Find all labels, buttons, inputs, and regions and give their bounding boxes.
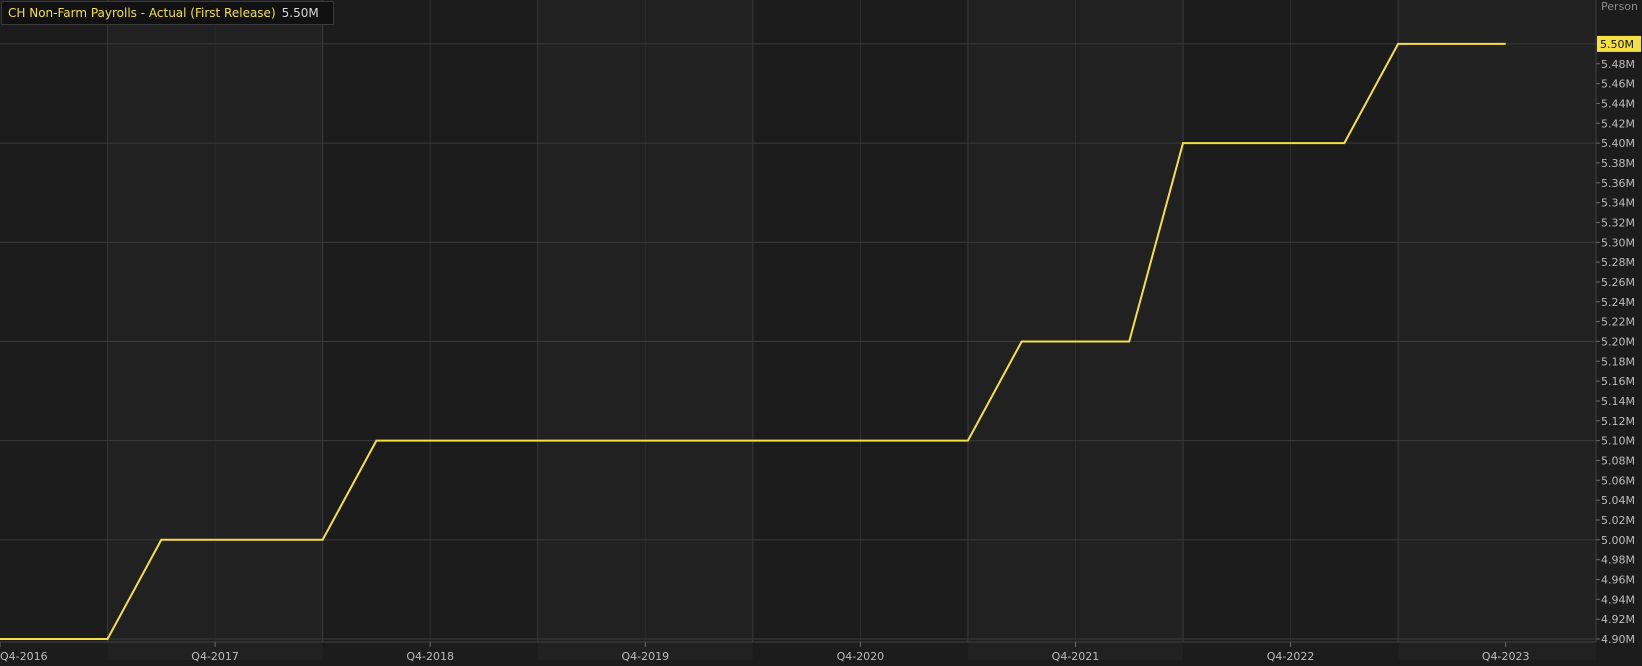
y-tick-label: 4.92M — [1601, 613, 1635, 626]
y-tick-label: 5.26M — [1601, 276, 1635, 289]
x-tick-label: Q4-2020 — [837, 650, 885, 663]
last-value-badge-label: 5.50M — [1600, 38, 1634, 51]
y-tick-label: 4.96M — [1601, 573, 1635, 586]
x-tick-label: Q4-2022 — [1267, 650, 1315, 663]
y-tick-label: 5.24M — [1601, 296, 1635, 309]
y-tick-label: 5.18M — [1601, 355, 1635, 368]
y-tick-label: 5.14M — [1601, 395, 1635, 408]
y-tick-label: 5.44M — [1601, 97, 1635, 110]
payrolls-chart: 4.90M 4.92M 4.94M 4.96M 4.98M 5.00M 5.02M 5.04M… — [0, 0, 1641, 663]
series-legend[interactable]: CH Non-Farm Payrolls - Actual (First Rel… — [1, 1, 334, 25]
legend-current-value: 5.50M — [281, 6, 319, 20]
y-tick-label: 4.98M — [1601, 554, 1635, 567]
y-tick-label: 5.04M — [1601, 494, 1635, 507]
x-tick-label: Q4-2019 — [621, 650, 669, 663]
y-tick-label: 5.20M — [1601, 335, 1635, 348]
y-tick-label: 5.40M — [1601, 137, 1635, 150]
y-tick-label: 5.28M — [1601, 256, 1635, 269]
x-tick-label: Q4-2021 — [1052, 650, 1100, 663]
y-axis-unit-label: Person — [1601, 0, 1638, 13]
background-band — [1398, 0, 1596, 660]
y-tick-label: 5.22M — [1601, 316, 1635, 329]
y-tick-label: 5.36M — [1601, 177, 1635, 190]
legend-series-label: CH Non-Farm Payrolls - Actual (First Rel… — [8, 6, 276, 20]
y-tick-label: 5.32M — [1601, 216, 1635, 229]
y-tick-label: 5.16M — [1601, 375, 1635, 388]
y-tick-label: 5.08M — [1601, 454, 1635, 467]
last-value-badge: 5.50M — [1597, 35, 1641, 52]
x-tick-label: Q4-2018 — [406, 650, 454, 663]
x-tick-label: Q4-2023 — [1482, 650, 1530, 663]
x-tick-label: Q4-2016 — [0, 650, 48, 663]
y-tick-label: 5.02M — [1601, 514, 1635, 527]
y-tick-label: 4.90M — [1601, 633, 1635, 646]
y-tick-label: 5.10M — [1601, 435, 1635, 448]
chart-root: 4.90M 4.92M 4.94M 4.96M 4.98M 5.00M 5.02M 5.04M… — [0, 0, 1642, 666]
y-tick-label: 5.46M — [1601, 78, 1635, 91]
y-tick-label: 5.42M — [1601, 117, 1635, 130]
y-tick-label: 5.38M — [1601, 157, 1635, 170]
y-tick-label: 5.48M — [1601, 58, 1635, 71]
y-tick-label: 5.00M — [1601, 534, 1635, 547]
y-tick-label: 5.34M — [1601, 197, 1635, 210]
y-tick-label: 4.94M — [1601, 593, 1635, 606]
y-tick-label: 5.06M — [1601, 474, 1635, 487]
y-tick-label: 5.30M — [1601, 236, 1635, 249]
y-tick-label: 5.12M — [1601, 415, 1635, 428]
x-tick-label: Q4-2017 — [191, 650, 239, 663]
